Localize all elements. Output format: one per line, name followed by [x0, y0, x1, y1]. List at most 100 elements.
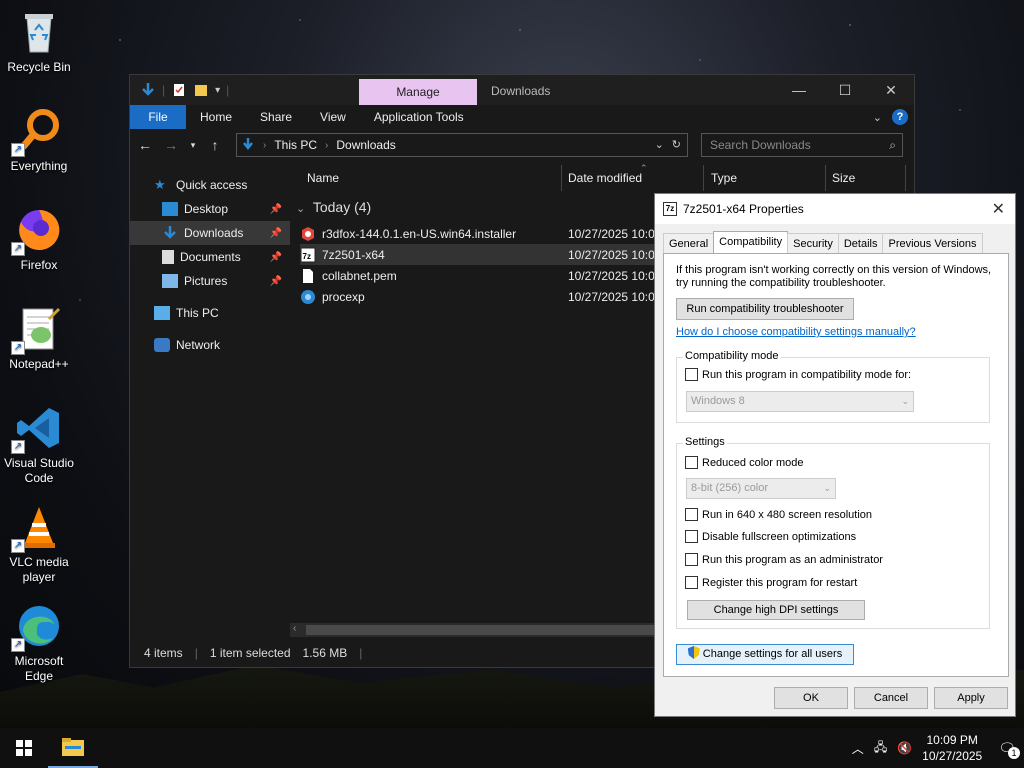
apply-button[interactable]: Apply	[934, 687, 1008, 709]
run-admin-row[interactable]: Run this program as an administrator	[685, 553, 883, 566]
explorer-title-bar[interactable]: | ▾ | Manage Downloads — ☐ ✕	[130, 75, 914, 105]
desktop-icon-everything[interactable]: ↗ Everything	[0, 107, 78, 174]
tab-application-tools[interactable]: Application Tools	[360, 105, 478, 129]
tab-file[interactable]: File	[130, 105, 186, 129]
tab-view[interactable]: View	[306, 105, 360, 129]
up-arrow-icon[interactable]: ↑	[206, 137, 224, 153]
tab-previous-versions[interactable]: Previous Versions	[882, 233, 983, 254]
customize-toolbar-icon[interactable]: ▾	[215, 85, 220, 96]
change-all-users-button[interactable]: Change settings for all users	[676, 644, 854, 665]
column-size[interactable]: Size	[832, 171, 855, 185]
scrollbar-thumb[interactable]	[306, 625, 666, 635]
sidebar-item-pictures[interactable]: Pictures 📌	[130, 269, 290, 293]
column-name[interactable]: Name	[307, 171, 339, 185]
register-restart-label: Register this program for restart	[702, 576, 858, 589]
sidebar-item-documents[interactable]: Documents 📌	[130, 245, 290, 269]
breadcrumb-this-pc[interactable]: This PC	[274, 138, 317, 152]
ok-button[interactable]: OK	[774, 687, 848, 709]
tab-compatibility[interactable]: Compatibility	[713, 231, 789, 254]
back-arrow-icon[interactable]: ←	[136, 137, 154, 153]
address-bar[interactable]: › This PC › Downloads ⌄ ↻	[236, 133, 688, 157]
column-divider[interactable]	[703, 165, 704, 191]
desktop-icon-vscode[interactable]: ↗ Visual Studio Code	[0, 404, 78, 486]
compatibility-help-link[interactable]: How do I choose compatibility settings m…	[676, 326, 916, 338]
desktop-icon-recycle-bin[interactable]: Recycle Bin	[0, 8, 78, 75]
file-explorer-icon	[62, 738, 84, 756]
clock[interactable]: 10:09 PM 10/27/2025	[922, 732, 982, 764]
scroll-left-icon[interactable]: ‹	[293, 623, 296, 634]
sidebar-item-quick-access[interactable]: ★ Quick access	[130, 173, 290, 197]
reduced-color-checkbox[interactable]	[685, 456, 698, 469]
cancel-button[interactable]: Cancel	[854, 687, 928, 709]
reduced-color-row[interactable]: Reduced color mode	[685, 456, 804, 469]
collapse-chevron-icon[interactable]: ⌄	[296, 203, 305, 215]
action-center-icon[interactable]: 🗨 1	[998, 740, 1020, 759]
breadcrumb-separator[interactable]: ›	[325, 140, 328, 151]
refresh-icon[interactable]: ↻	[672, 138, 681, 151]
run-admin-checkbox[interactable]	[685, 553, 698, 566]
compat-mode-checkbox-row[interactable]: Run this program in compatibility mode f…	[685, 368, 911, 381]
system-tray: ︿ 🖧 🔇 10:09 PM 10/27/2025 🗨 1	[852, 728, 1024, 768]
column-divider[interactable]	[561, 165, 562, 191]
uac-shield-icon	[687, 646, 700, 659]
column-divider[interactable]	[905, 165, 906, 191]
tab-details[interactable]: Details	[837, 233, 884, 254]
sidebar-item-this-pc[interactable]: This PC	[130, 301, 290, 325]
register-restart-row[interactable]: Register this program for restart	[685, 576, 857, 589]
column-divider[interactable]	[825, 165, 826, 191]
res-640-row[interactable]: Run in 640 x 480 screen resolution	[685, 508, 872, 521]
change-dpi-button[interactable]: Change high DPI settings	[687, 600, 865, 620]
disable-fullscreen-checkbox[interactable]	[685, 530, 698, 543]
show-hidden-icons-chevron-icon[interactable]: ︿	[852, 740, 864, 757]
desktop-icon-notepad-plus-plus[interactable]: ↗ Notepad++	[0, 305, 78, 372]
star-icon: ★	[154, 177, 166, 192]
breadcrumb-separator[interactable]: ›	[263, 140, 266, 151]
close-icon[interactable]: ✕	[992, 199, 1005, 219]
shortcut-arrow-icon: ↗	[11, 341, 25, 355]
run-troubleshooter-button[interactable]: Run compatibility troubleshooter	[676, 298, 854, 320]
volume-muted-icon[interactable]: 🔇	[897, 741, 912, 755]
desktop-icon-edge[interactable]: ↗ Microsoft Edge	[0, 602, 78, 684]
start-button[interactable]	[0, 728, 48, 768]
sidebar-item-label: Desktop	[184, 202, 229, 216]
download-arrow-icon[interactable]	[140, 82, 156, 98]
properties-dialog[interactable]: 7z 7z2501-x64 Properties ✕ General Compa…	[654, 193, 1016, 717]
res-640-checkbox[interactable]	[685, 508, 698, 521]
run-admin-label: Run this program as an administrator	[702, 553, 883, 566]
tab-home[interactable]: Home	[186, 105, 246, 129]
forward-arrow-icon[interactable]: →	[162, 137, 180, 153]
sidebar-item-network[interactable]: Network	[130, 333, 290, 357]
tab-share[interactable]: Share	[246, 105, 306, 129]
compat-mode-checkbox[interactable]	[685, 368, 698, 381]
dialog-title-bar[interactable]: 7z 7z2501-x64 Properties ✕	[655, 194, 1015, 224]
breadcrumb-downloads[interactable]: Downloads	[336, 138, 395, 152]
close-icon[interactable]: ✕	[868, 75, 914, 105]
register-restart-checkbox[interactable]	[685, 576, 698, 589]
sidebar-item-desktop[interactable]: Desktop 📌	[130, 197, 290, 221]
settings-group: Settings Reduced color mode 8-bit (256) …	[676, 436, 990, 629]
network-status-icon[interactable]: 🖧	[874, 738, 887, 759]
desktop-icon-vlc[interactable]: ↗ VLC media player	[0, 503, 78, 585]
desktop-icon-firefox[interactable]: ↗ Firefox	[0, 206, 78, 273]
taskbar-file-explorer[interactable]	[48, 728, 98, 768]
column-date-modified[interactable]: Date modified	[568, 171, 642, 185]
manage-context-tab[interactable]: Manage	[359, 79, 477, 105]
address-dropdown-icon[interactable]: ⌄	[655, 138, 664, 151]
sidebar-item-downloads[interactable]: Downloads 📌	[130, 221, 290, 245]
disable-fullscreen-row[interactable]: Disable fullscreen optimizations	[685, 530, 856, 543]
pin-icon: 📌	[269, 227, 282, 239]
search-icon[interactable]: ⌕	[889, 134, 896, 156]
tab-security[interactable]: Security	[787, 233, 839, 254]
new-folder-icon[interactable]	[193, 82, 209, 98]
expand-ribbon-icon[interactable]: ⌄	[873, 111, 882, 124]
help-icon[interactable]: ?	[892, 109, 908, 125]
tab-general[interactable]: General	[663, 233, 715, 254]
search-input[interactable]: Search Downloads ⌕	[701, 133, 903, 157]
recent-locations-chevron-icon[interactable]: ▾	[188, 140, 198, 151]
properties-icon[interactable]	[171, 82, 187, 98]
column-type[interactable]: Type	[711, 171, 737, 185]
maximize-icon[interactable]: ☐	[822, 75, 868, 105]
edge-icon: ↗	[11, 602, 63, 652]
minimize-icon[interactable]: —	[776, 75, 822, 105]
group-header-today[interactable]: ⌄ Today (4)	[296, 199, 371, 215]
